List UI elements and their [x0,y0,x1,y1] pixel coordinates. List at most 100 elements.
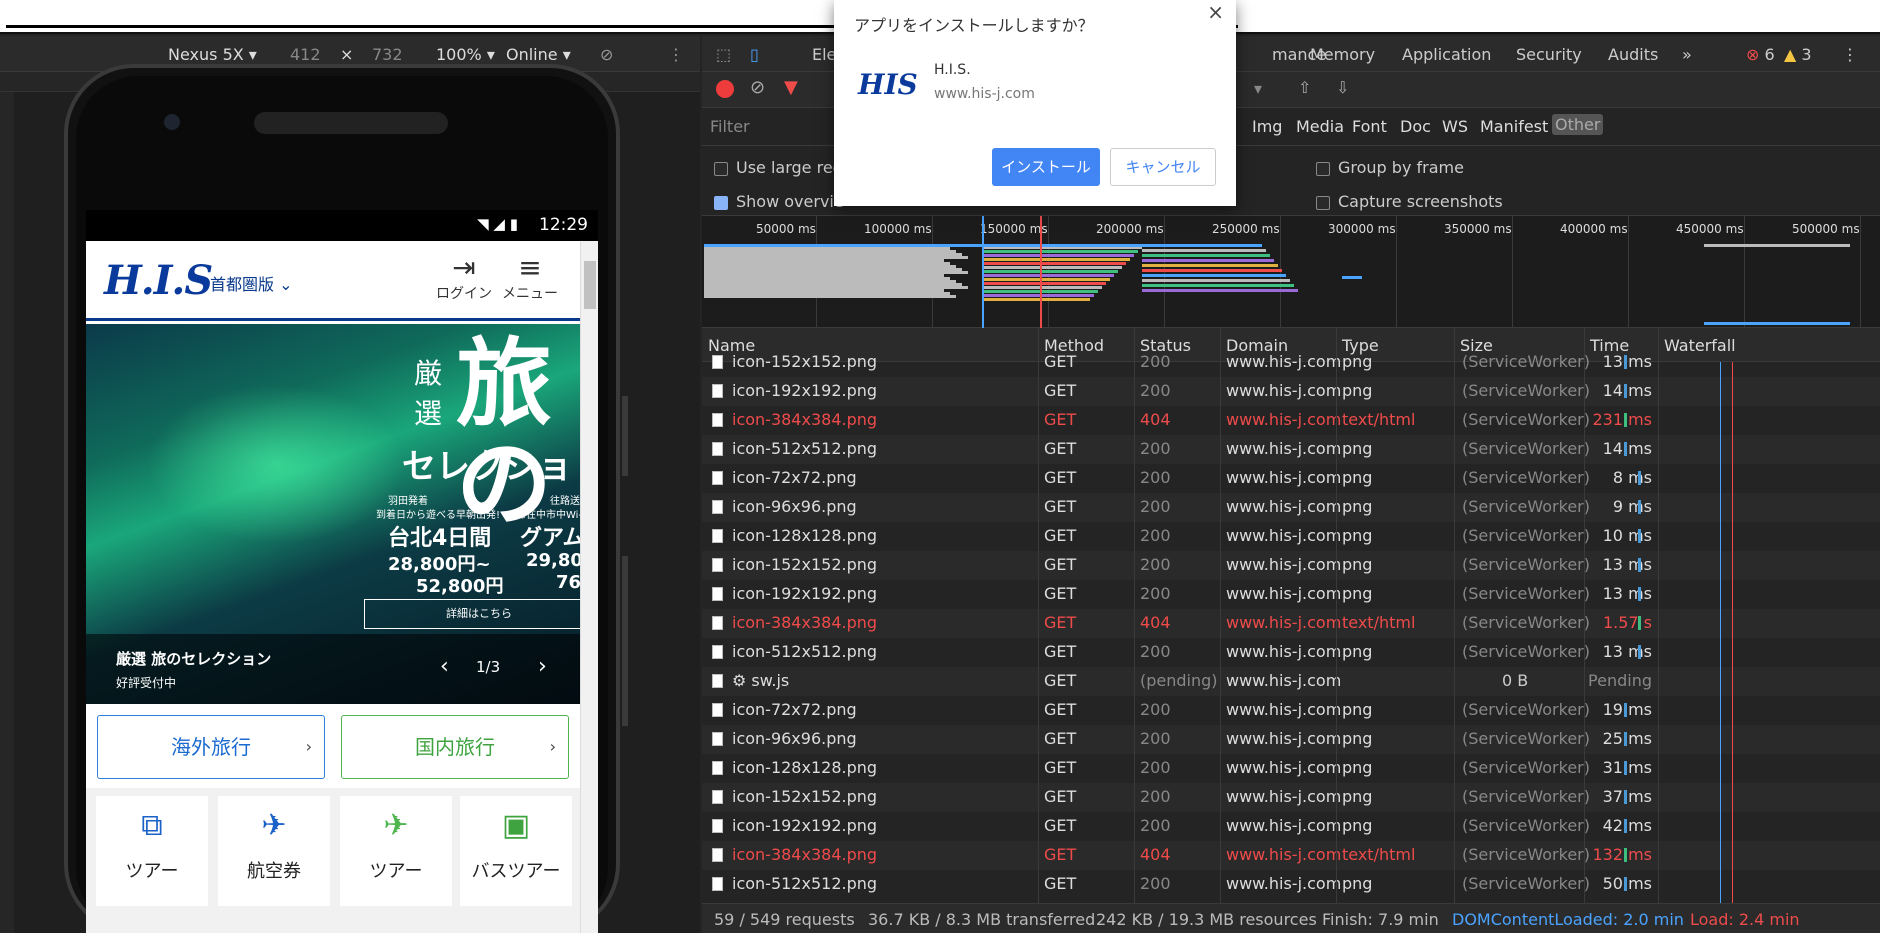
page-scrollbar[interactable] [580,241,598,933]
request-method: GET [1044,845,1077,864]
request-type: png [1342,381,1373,400]
type-doc[interactable]: Doc [1400,117,1431,136]
hero-carousel[interactable]: 厳選 旅の セレクショ 羽田発着 到着日から遊べる早朝出発! 台北4日間 28,… [86,324,580,704]
table-row[interactable]: icon-512x512.png GET 200 www.his-j.com png (S… [702,638,1880,667]
waterfall-load-line [1732,362,1733,903]
warning-count-badge[interactable]: ▲ 3 [1784,45,1812,64]
document-icon [712,587,723,601]
show-overview-checkbox[interactable] [714,196,728,210]
overview-bar [1142,264,1278,267]
close-icon[interactable]: × [1207,0,1224,24]
scrollbar-thumb[interactable] [584,261,596,309]
type-font[interactable]: Font [1352,117,1387,136]
throttle-dropdown-icon[interactable]: ▾ [1254,79,1262,98]
tile-tour[interactable]: ⧉ ツアー [96,796,208,906]
type-manifest[interactable]: Manifest [1480,117,1548,136]
overview-bar [982,278,1110,281]
request-size: (ServiceWorker) [1462,700,1590,719]
table-row[interactable]: icon-192x192.png GET 200 www.his-j.com png (S… [702,377,1880,406]
device-toolbar-toggle-icon[interactable]: ▯ [750,45,759,64]
table-row[interactable]: icon-512x512.png GET 200 www.his-j.com png (S… [702,870,1880,899]
phone-screen: ◥ ◢ ▮ 12:29 H.I.S 首都圏版 ⌄ ⇥ ログイン ≡ メニュー 厳… [86,210,598,933]
capture-screenshots-checkbox[interactable] [1316,196,1330,210]
devtools-menu-icon[interactable]: ⋮ [1842,45,1858,64]
table-row[interactable]: icon-72x72.png GET 200 www.his-j.com png (Ser… [702,464,1880,493]
more-options-icon[interactable]: ⋮ [668,45,684,64]
width-input[interactable]: 412 [290,45,321,64]
tab-application[interactable]: Application [1402,45,1491,64]
large-rows-checkbox[interactable] [714,162,728,176]
tile-air[interactable]: ✈ 航空券 [218,796,330,906]
height-input[interactable]: 732 [372,45,403,64]
caption-subtitle: 好評受付中 [116,676,177,690]
app-url: www.his-j.com [934,86,1035,102]
carousel-pager: 1/3 [476,658,501,676]
tile-label: バスツアー [471,861,561,882]
request-name: icon-384x384.png [732,410,878,429]
install-button[interactable]: インストール [992,148,1100,186]
table-row[interactable]: icon-192x192.png GET 200 www.his-j.com png (S… [702,580,1880,609]
group-by-frame-checkbox[interactable] [1316,162,1330,176]
network-throttle-select[interactable]: Online ▾ [506,45,571,64]
error-count-badge[interactable]: ⊗ 6 [1746,45,1775,64]
hero-price1b: 52,800円 [416,576,504,597]
table-row[interactable]: icon-152x152.png GET 200 www.his-j.com png (S… [702,348,1880,377]
device-select[interactable]: Nexus 5X ▾ [168,45,257,64]
download-har-icon[interactable]: ⇩ [1336,78,1349,97]
table-row[interactable]: icon-384x384.png GET 404 www.his-j.com text/… [702,609,1880,638]
table-row[interactable]: icon-96x96.png GET 200 www.his-j.com png (Ser… [702,725,1880,754]
table-row[interactable]: icon-192x192.png GET 200 www.his-j.com png (S… [702,812,1880,841]
tab-memory[interactable]: Memory [1310,45,1375,64]
cancel-button[interactable]: キャンセル [1110,148,1216,186]
tab-audits[interactable]: Audits [1608,45,1658,64]
region-select[interactable]: 首都圏版 ⌄ [210,271,293,295]
table-row[interactable]: ⚙ sw.js GET (pending) www.his-j.com 0 B Pendi… [702,667,1880,696]
overview-bar [1142,274,1286,277]
more-tabs-icon[interactable]: » [1682,45,1692,64]
filter-input[interactable]: Filter [706,113,842,139]
request-size: (ServiceWorker) [1462,613,1590,632]
table-row[interactable]: icon-128x128.png GET 200 www.his-j.com png (S… [702,754,1880,783]
table-row[interactable]: icon-384x384.png GET 404 www.his-j.com text/… [702,841,1880,870]
table-row[interactable]: icon-512x512.png GET 200 www.his-j.com png (S… [702,435,1880,464]
request-status: 200 [1140,642,1171,661]
chevron-left-icon[interactable]: ‹ [440,654,449,679]
table-row[interactable]: icon-384x384.png GET 404 www.his-j.com text/… [702,406,1880,435]
tab-security[interactable]: Security [1516,45,1582,64]
type-img[interactable]: Img [1252,117,1282,136]
table-row[interactable]: icon-96x96.png GET 200 www.his-j.com png (Ser… [702,493,1880,522]
tile-bus[interactable]: ▣ バスツアー [460,796,572,906]
overview-bar [1142,259,1274,262]
tile-label: ツアー [125,861,179,882]
record-icon[interactable] [716,80,734,98]
detail-button[interactable]: 詳細はこちら [364,599,580,629]
overview-gridline [1396,216,1397,328]
tab-elements[interactable]: Ele [812,45,836,64]
table-row[interactable]: icon-128x128.png GET 200 www.his-j.com png (S… [702,522,1880,551]
domestic-travel-button[interactable]: 国内旅行 › [341,715,569,779]
zoom-select[interactable]: 100% ▾ [436,45,495,64]
type-other[interactable]: Other [1552,114,1604,135]
type-media[interactable]: Media [1296,117,1344,136]
filter-icon[interactable]: ▼ [784,77,798,98]
his-logo[interactable]: H.I.S [104,257,213,304]
tile-tour-2[interactable]: ✈ ツアー [340,796,452,906]
menu-button[interactable]: ≡ メニュー [500,253,560,303]
type-ws[interactable]: WS [1442,117,1468,136]
document-icon [712,355,723,369]
request-method: GET [1044,526,1077,545]
table-row[interactable]: icon-152x152.png GET 200 www.his-j.com png (S… [702,783,1880,812]
upload-har-icon[interactable]: ⇧ [1298,78,1311,97]
rotate-icon[interactable]: ⊘ [600,45,613,64]
chevron-right-icon[interactable]: › [538,654,547,679]
network-overview[interactable]: 50000 ms 100000 ms 150000 ms 200000 ms 2… [702,216,1880,328]
inspect-element-icon[interactable]: ⬚ [716,45,731,64]
overseas-travel-button[interactable]: 海外旅行 › [97,715,325,779]
request-status: 200 [1140,874,1171,893]
table-row[interactable]: icon-152x152.png GET 200 www.his-j.com png (S… [702,551,1880,580]
column-separator [1038,328,1039,903]
table-row[interactable]: icon-72x72.png GET 200 www.his-j.com png (Ser… [702,696,1880,725]
dimension-separator: × [340,45,354,64]
clear-icon[interactable]: ⊘ [750,77,765,98]
login-button[interactable]: ⇥ ログイン [434,253,494,303]
